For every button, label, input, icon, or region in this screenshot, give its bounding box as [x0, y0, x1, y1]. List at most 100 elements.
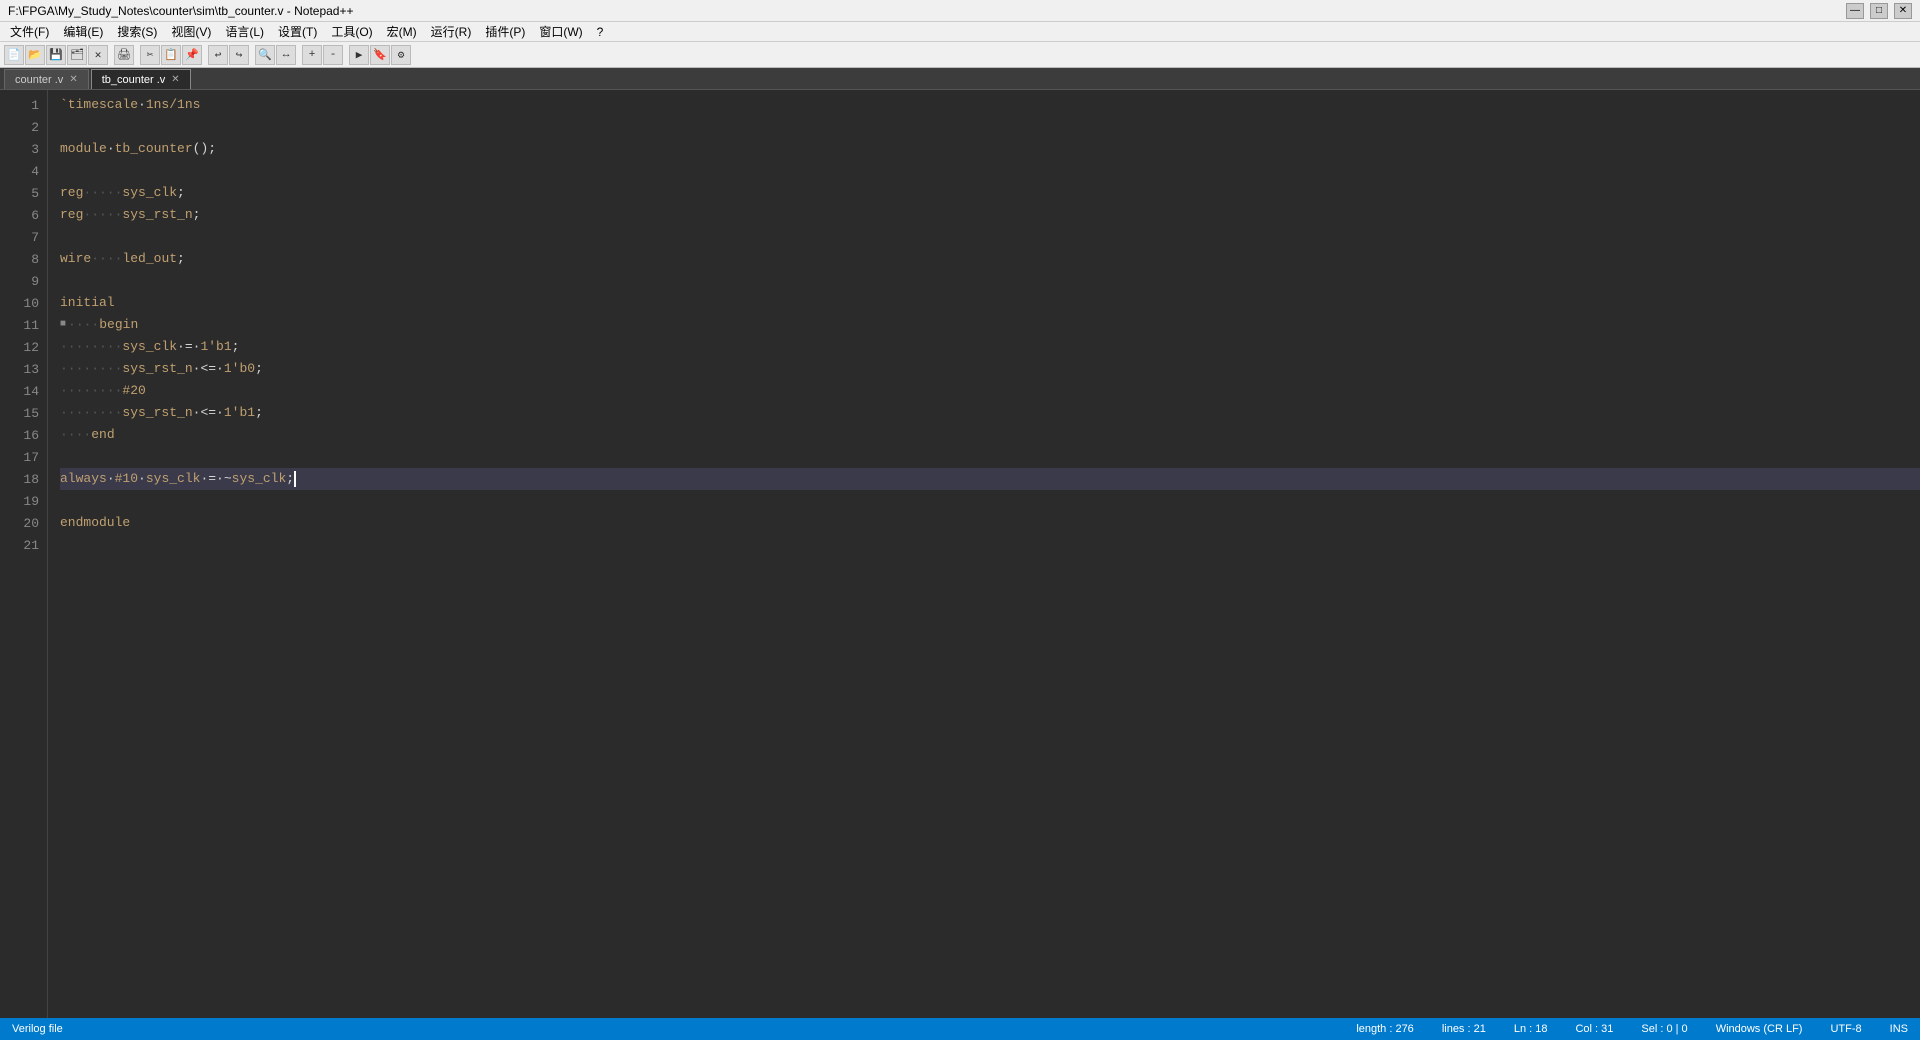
tab-tb-counter[interactable]: tb_counter .v ✕	[91, 69, 191, 89]
find-button[interactable]: 🔍	[255, 45, 275, 65]
line-num-6: 6	[0, 204, 47, 226]
bookmark-button[interactable]: 🔖	[370, 45, 390, 65]
line-num-18: 18	[0, 468, 47, 490]
menu-search[interactable]: 搜索(S)	[111, 22, 163, 41]
text-cursor	[294, 471, 296, 487]
undo-button[interactable]: ↩	[208, 45, 228, 65]
code-line-19	[60, 490, 1920, 512]
line-num-4: 4	[0, 160, 47, 182]
menu-edit[interactable]: 编辑(E)	[57, 22, 109, 41]
menu-macro[interactable]: 宏(M)	[381, 22, 423, 41]
code-line-11: ■····begin	[60, 314, 1920, 336]
tab-close-counter[interactable]: ✕	[69, 74, 77, 85]
line-num-7: 7	[0, 226, 47, 248]
menubar: 文件(F) 编辑(E) 搜索(S) 视图(V) 语言(L) 设置(T) 工具(O…	[0, 22, 1920, 42]
line-num-2: 2	[0, 116, 47, 138]
code-editor[interactable]: `timescale·1ns/1ns module·tb_counter(); …	[48, 90, 1920, 1018]
titlebar: F:\FPGA\My_Study_Notes\counter\sim\tb_co…	[0, 0, 1920, 22]
zoom-out-button[interactable]: -	[323, 45, 343, 65]
code-line-4	[60, 160, 1920, 182]
editor: 1 2 3 4 5 6 7 8 9 10 11 12 13 14 15 16 1…	[0, 90, 1920, 1018]
menu-file[interactable]: 文件(F)	[4, 22, 55, 41]
code-line-2	[60, 116, 1920, 138]
line-num-5: 5	[0, 182, 47, 204]
statusbar-right: length : 276 lines : 21 Ln : 18 Col : 31…	[1352, 1023, 1912, 1035]
cut-button[interactable]: ✂	[140, 45, 160, 65]
code-line-5: reg·····sys_clk;	[60, 182, 1920, 204]
save-all-button[interactable]: 🗂	[67, 45, 87, 65]
ln-label: Ln : 18	[1510, 1023, 1552, 1035]
line-numbers: 1 2 3 4 5 6 7 8 9 10 11 12 13 14 15 16 1…	[0, 90, 48, 1018]
code-line-17	[60, 446, 1920, 468]
replace-button[interactable]: ↔	[276, 45, 296, 65]
copy-button[interactable]: 📋	[161, 45, 181, 65]
print-button[interactable]: 🖨	[114, 45, 134, 65]
menu-window[interactable]: 窗口(W)	[533, 22, 588, 41]
line-num-8: 8	[0, 248, 47, 270]
code-line-16: ····end	[60, 424, 1920, 446]
line-num-3: 3	[0, 138, 47, 160]
line-num-19: 19	[0, 490, 47, 512]
tab-close-tb-counter[interactable]: ✕	[171, 74, 179, 85]
run-button[interactable]: ▶	[349, 45, 369, 65]
line-num-11: 11	[0, 314, 47, 336]
eol-label: Windows (CR LF)	[1712, 1023, 1807, 1035]
line-num-21: 21	[0, 534, 47, 556]
window-controls: — □ ✕	[1846, 3, 1912, 19]
open-button[interactable]: 📂	[25, 45, 45, 65]
code-line-13: ········sys_rst_n·<=·1'b0;	[60, 358, 1920, 380]
new-button[interactable]: 📄	[4, 45, 24, 65]
line-num-12: 12	[0, 336, 47, 358]
line-num-1: 1	[0, 94, 47, 116]
code-line-1: `timescale·1ns/1ns	[60, 94, 1920, 116]
code-line-10: initial	[60, 292, 1920, 314]
line-num-10: 10	[0, 292, 47, 314]
close-button[interactable]: ✕	[88, 45, 108, 65]
code-line-21	[60, 534, 1920, 556]
save-button[interactable]: 💾	[46, 45, 66, 65]
statusbar: Verilog file length : 276 lines : 21 Ln …	[0, 1018, 1920, 1040]
menu-settings[interactable]: 设置(T)	[272, 22, 323, 41]
tabbar: counter .v ✕ tb_counter .v ✕	[0, 68, 1920, 90]
line-num-15: 15	[0, 402, 47, 424]
paste-button[interactable]: 📌	[182, 45, 202, 65]
code-line-18: always·#10·sys_clk·=·~sys_clk;	[60, 468, 1920, 490]
length-label: length : 276	[1352, 1023, 1418, 1035]
code-line-20: endmodule	[60, 512, 1920, 534]
line-num-20: 20	[0, 512, 47, 534]
toolbar: 📄 📂 💾 🗂 ✕ 🖨 ✂ 📋 📌 ↩ ↪ 🔍 ↔ + - ▶ 🔖 ⚙	[0, 42, 1920, 68]
menu-help[interactable]: ?	[591, 24, 610, 40]
code-line-12: ········sys_clk·=·1'b1;	[60, 336, 1920, 358]
col-label: Col : 31	[1571, 1023, 1617, 1035]
minimize-button[interactable]: —	[1846, 3, 1864, 19]
menu-run[interactable]: 运行(R)	[425, 22, 478, 41]
encoding-label: UTF-8	[1826, 1023, 1865, 1035]
code-line-8: wire····led_out;	[60, 248, 1920, 270]
line-num-9: 9	[0, 270, 47, 292]
sel-label: Sel : 0 | 0	[1637, 1023, 1691, 1035]
close-button[interactable]: ✕	[1894, 3, 1912, 19]
settings-button[interactable]: ⚙	[391, 45, 411, 65]
zoom-in-button[interactable]: +	[302, 45, 322, 65]
redo-button[interactable]: ↪	[229, 45, 249, 65]
maximize-button[interactable]: □	[1870, 3, 1888, 19]
code-line-6: reg·····sys_rst_n;	[60, 204, 1920, 226]
fold-marker-11[interactable]: ■	[60, 314, 66, 336]
menu-plugins[interactable]: 插件(P)	[479, 22, 531, 41]
menu-language[interactable]: 语言(L)	[219, 22, 270, 41]
statusbar-left: Verilog file	[8, 1023, 67, 1035]
tab-counter[interactable]: counter .v ✕	[4, 69, 89, 89]
line-num-14: 14	[0, 380, 47, 402]
code-line-7	[60, 226, 1920, 248]
ins-label: INS	[1886, 1023, 1912, 1035]
menu-tools[interactable]: 工具(O)	[325, 22, 378, 41]
code-line-9	[60, 270, 1920, 292]
menu-view[interactable]: 视图(V)	[165, 22, 217, 41]
code-line-14: ········#20	[60, 380, 1920, 402]
titlebar-title: F:\FPGA\My_Study_Notes\counter\sim\tb_co…	[8, 4, 354, 18]
code-line-15: ········sys_rst_n·<=·1'b1;	[60, 402, 1920, 424]
line-num-13: 13	[0, 358, 47, 380]
line-num-16: 16	[0, 424, 47, 446]
code-line-3: module·tb_counter();	[60, 138, 1920, 160]
lines-label: lines : 21	[1438, 1023, 1490, 1035]
